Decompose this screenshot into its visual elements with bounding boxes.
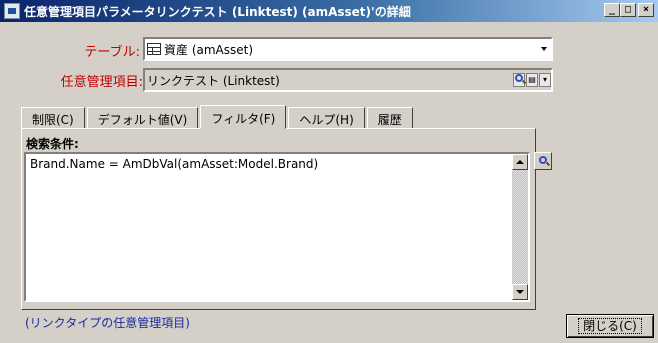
close-button-label: 閉じる(C) xyxy=(578,318,642,334)
app-icon xyxy=(4,3,20,19)
search-icon xyxy=(539,156,547,164)
custom-field-label: 任意管理項目: xyxy=(60,75,143,90)
table-label: テーブル: xyxy=(84,45,140,60)
filter-expression-text: Brand.Name = AmDbVal(amAsset:Model.Brand… xyxy=(30,157,319,171)
tab-history[interactable]: 履歴 xyxy=(366,107,413,129)
search-button[interactable] xyxy=(513,73,525,87)
tab-bar: 制限(C) デフォルト値(V) フィルタ(F) ヘルプ(H) 履歴 xyxy=(21,105,415,129)
search-condition-label: 検索条件: xyxy=(26,137,79,151)
close-window-button[interactable]: × xyxy=(638,3,654,17)
tab-default-value[interactable]: デフォルト値(V) xyxy=(86,107,199,129)
expression-builder-button[interactable] xyxy=(534,152,552,170)
table-select[interactable]: 資産 (amAsset) xyxy=(143,37,553,61)
window-title: 任意管理項目パラメータリンクテスト (Linktest) (amAsset)'の… xyxy=(24,4,411,19)
custom-field-value: リンクテスト (Linktest) xyxy=(147,73,280,88)
filter-expression-input[interactable]: Brand.Name = AmDbVal(amAsset:Model.Brand… xyxy=(24,152,530,302)
maximize-button[interactable]: □ xyxy=(620,3,636,17)
tab-restriction[interactable]: 制限(C) xyxy=(21,107,85,129)
magnifier-icon xyxy=(515,74,523,82)
minimize-button[interactable]: _ xyxy=(604,3,620,17)
chevron-down-icon[interactable] xyxy=(541,47,547,51)
custom-field-select[interactable]: リンクテスト (Linktest) ▤ ▾ xyxy=(143,68,553,92)
scroll-up-icon[interactable] xyxy=(512,154,528,170)
tab-help[interactable]: ヘルプ(H) xyxy=(288,107,365,129)
dropdown-button[interactable]: ▾ xyxy=(539,73,551,87)
detail-button[interactable]: ▤ xyxy=(526,73,538,87)
link-type-hint: (リンクタイプの任意管理項目) xyxy=(25,316,190,330)
scroll-down-icon[interactable] xyxy=(512,284,528,300)
close-button[interactable]: 閉じる(C) xyxy=(566,314,654,338)
tab-filter[interactable]: フィルタ(F) xyxy=(200,105,287,129)
window-controls: _ □ × xyxy=(604,3,654,17)
title-bar: 任意管理項目パラメータリンクテスト (Linktest) (amAsset)'の… xyxy=(0,0,658,22)
vertical-scrollbar[interactable] xyxy=(512,154,528,300)
table-select-value: 資産 (amAsset) xyxy=(164,42,254,57)
table-icon xyxy=(147,43,161,55)
